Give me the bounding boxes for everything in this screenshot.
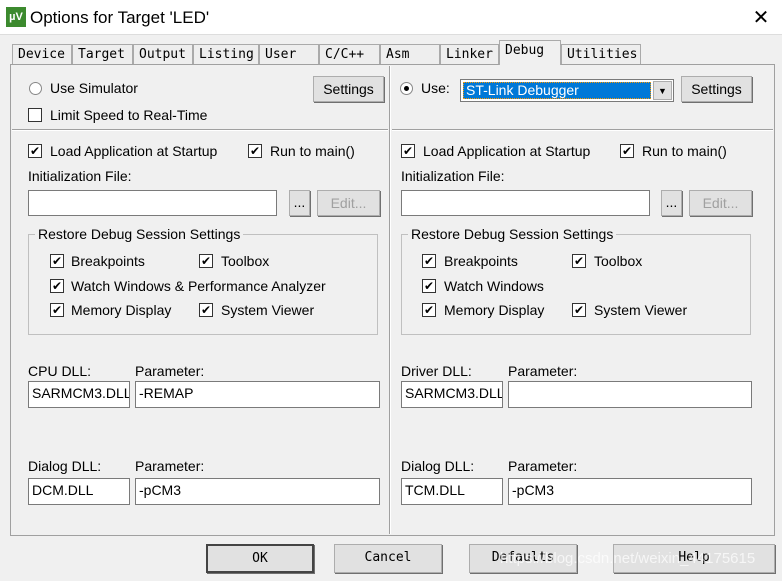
debugger-select[interactable]: ST-Link Debugger ▼ [460, 79, 674, 102]
simulator-settings-button[interactable]: Settings [313, 76, 384, 102]
system-viewer-checkbox[interactable]: ✔ [199, 303, 213, 317]
tab-user[interactable]: User [259, 44, 319, 64]
memory-display-label: Memory Display [444, 302, 545, 318]
breakpoints-checkbox[interactable]: ✔ [50, 254, 64, 268]
limit-speed-label: Limit Speed to Real-Time [50, 107, 208, 123]
debugger-settings-button[interactable]: Settings [681, 76, 752, 102]
debugger-selected-value: ST-Link Debugger [463, 82, 651, 99]
chevron-down-icon[interactable]: ▼ [653, 81, 672, 100]
cancel-button[interactable]: Cancel [334, 544, 442, 573]
divider [12, 129, 388, 131]
cpu-dll-label: CPU DLL: [28, 363, 92, 379]
tab-output[interactable]: Output [133, 44, 193, 64]
dialog-param-input[interactable]: -pCM3 [508, 478, 752, 505]
cpu-param-input[interactable]: -REMAP [135, 381, 380, 408]
load-app-label: Load Application at Startup [423, 143, 591, 159]
system-viewer-label: System Viewer [221, 302, 315, 318]
window-title: Options for Target 'LED' [30, 8, 210, 27]
init-file-label: Initialization File: [28, 168, 132, 184]
memory-display-checkbox[interactable]: ✔ [50, 303, 64, 317]
browse-button[interactable]: ... [661, 190, 682, 216]
memory-display-label: Memory Display [71, 302, 172, 318]
help-button[interactable]: Help [613, 544, 775, 573]
ok-button[interactable]: OK [206, 544, 314, 573]
use-label: Use: [421, 80, 450, 96]
run-main-checkbox[interactable]: ✔ [620, 144, 634, 158]
breakpoints-label: Breakpoints [71, 253, 145, 269]
restore-group-title: Restore Debug Session Settings [35, 226, 244, 242]
use-simulator-radio[interactable] [29, 82, 42, 95]
watch-windows-label: Watch Windows & Performance Analyzer [71, 278, 326, 294]
tab-device[interactable]: Device [12, 44, 72, 64]
dialog-param-label: Parameter: [135, 458, 205, 474]
toolbox-label: Toolbox [594, 253, 643, 269]
edit-button[interactable]: Edit... [689, 190, 752, 216]
system-viewer-label: System Viewer [594, 302, 688, 318]
init-file-input[interactable] [28, 190, 277, 216]
close-icon[interactable]: ✕ [748, 5, 774, 30]
init-file-input[interactable] [401, 190, 650, 216]
defaults-button[interactable]: Defaults [469, 544, 577, 573]
tab-target[interactable]: Target [72, 44, 133, 64]
driver-dll-label: Driver DLL: [401, 363, 472, 379]
use-debugger-radio[interactable] [400, 82, 413, 95]
driver-dll-input[interactable]: SARMCM3.DLL [401, 381, 503, 408]
tab-utilities[interactable]: Utilities [561, 44, 641, 64]
cpu-dll-input[interactable]: SARMCM3.DLL [28, 381, 130, 408]
dialog-dll-input[interactable]: DCM.DLL [28, 478, 130, 505]
toolbox-checkbox[interactable]: ✔ [572, 254, 586, 268]
breakpoints-label: Breakpoints [444, 253, 518, 269]
memory-display-checkbox[interactable]: ✔ [422, 303, 436, 317]
tab-listing[interactable]: Listing [193, 44, 259, 64]
toolbox-label: Toolbox [221, 253, 270, 269]
tab-asm[interactable]: Asm [380, 44, 440, 64]
edit-button[interactable]: Edit... [317, 190, 380, 216]
dialog-dll-input[interactable]: TCM.DLL [401, 478, 503, 505]
browse-button[interactable]: ... [289, 190, 310, 216]
breakpoints-checkbox[interactable]: ✔ [422, 254, 436, 268]
limit-speed-checkbox[interactable] [28, 108, 42, 122]
divider [392, 129, 773, 131]
divider [389, 66, 391, 534]
init-file-label: Initialization File: [401, 168, 505, 184]
load-app-checkbox[interactable]: ✔ [401, 144, 415, 158]
run-main-label: Run to main() [270, 143, 355, 159]
tab-debug[interactable]: Debug [499, 40, 561, 65]
watch-windows-checkbox[interactable]: ✔ [50, 279, 64, 293]
system-viewer-checkbox[interactable]: ✔ [572, 303, 586, 317]
dialog-param-input[interactable]: -pCM3 [135, 478, 380, 505]
toolbox-checkbox[interactable]: ✔ [199, 254, 213, 268]
cpu-param-label: Parameter: [135, 363, 205, 379]
tab-cc[interactable]: C/C++ [319, 44, 380, 64]
run-main-checkbox[interactable]: ✔ [248, 144, 262, 158]
watch-windows-checkbox[interactable]: ✔ [422, 279, 436, 293]
dialog-param-label: Parameter: [508, 458, 578, 474]
dialog-dll-label: Dialog DLL: [401, 458, 475, 474]
use-simulator-label: Use Simulator [50, 80, 138, 96]
run-main-label: Run to main() [642, 143, 727, 159]
restore-group-title: Restore Debug Session Settings [408, 226, 617, 242]
dialog-dll-label: Dialog DLL: [28, 458, 102, 474]
driver-param-label: Parameter: [508, 363, 578, 379]
tab-linker[interactable]: Linker [440, 44, 499, 64]
watch-windows-label: Watch Windows [444, 278, 544, 294]
driver-param-input[interactable] [508, 381, 752, 408]
app-logo-icon: µV [6, 7, 26, 27]
load-app-checkbox[interactable]: ✔ [28, 144, 42, 158]
load-app-label: Load Application at Startup [50, 143, 218, 159]
